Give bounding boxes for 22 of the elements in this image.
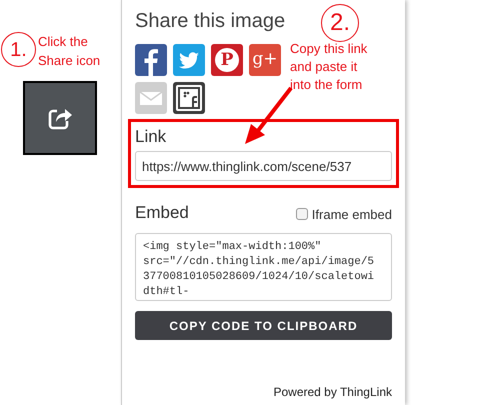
thinglink-icon[interactable] — [173, 82, 205, 114]
embed-label: Embed — [135, 202, 189, 224]
panel-title: Share this image — [135, 9, 286, 34]
copy-code-button[interactable]: COPY CODE TO CLIPBOARD — [135, 311, 392, 340]
instruction-text: Copy this link — [290, 40, 368, 58]
share-button[interactable] — [23, 81, 97, 155]
powered-by-text: Powered by ThingLink — [273, 384, 392, 401]
step-number: 2. — [321, 4, 359, 42]
facebook-icon[interactable] — [135, 44, 167, 76]
link-field[interactable]: https://www.thinglink.com/scene/537 — [135, 151, 392, 181]
pinterest-button[interactable]: P — [211, 44, 243, 76]
iframe-checkbox[interactable] — [296, 208, 308, 220]
link-label: Link — [135, 126, 168, 148]
google-plus-button[interactable]: g+ — [249, 44, 281, 76]
instruction-text: Click the — [38, 33, 89, 51]
instruction-text: and paste it — [290, 58, 358, 76]
step-number: 1. — [1, 32, 36, 67]
instruction-text: into the form — [290, 76, 364, 94]
embed-code-field[interactable]: <img style="max-width:100%" src="//cdn.thinglink.me/api/image/537700810105028609/1024/10/scaletowidth#tl- — [135, 233, 392, 301]
bird-icon[interactable] — [173, 44, 205, 76]
checkbox-label: Iframe embed — [312, 206, 392, 224]
instruction-text: Share icon — [38, 52, 100, 70]
